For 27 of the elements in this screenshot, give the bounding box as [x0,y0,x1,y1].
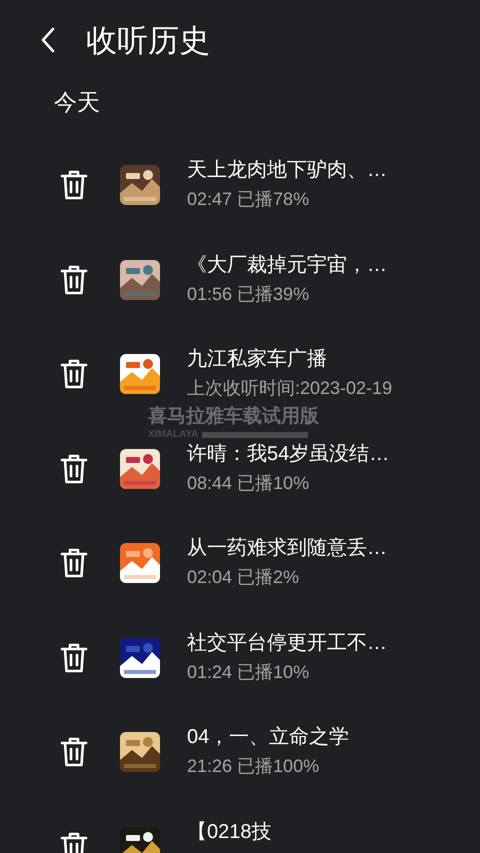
episode-meta: 上次收听时间:2023-02-19 [187,377,392,400]
episode-title[interactable]: 从一药难求到随意丢… [187,535,387,561]
episode-meta: 01:56 已播39% [187,282,310,306]
delete-icon[interactable] [60,359,88,389]
episode-title[interactable]: 许晴：我54岁虽没结… [187,440,390,466]
section-heading: 今天 [54,89,100,115]
delete-icon[interactable] [60,642,88,672]
episode-title[interactable]: 九江私家车广播 [187,346,392,372]
page-title: 收听历史 [86,24,210,56]
delete-icon[interactable] [60,454,88,484]
delete-icon[interactable] [60,170,88,200]
delete-icon[interactable] [60,737,88,767]
episode-meta: 02:04 已播2% [187,566,300,589]
episode-title[interactable]: 社交平台停更开工不… [187,630,387,656]
episode-title[interactable]: 天上龙肉地下驴肉、… [187,157,387,183]
episode-title[interactable]: 《大厂裁掉元宇宙，… [187,252,387,278]
episode-title[interactable]: 04，一、立命之学 [187,724,350,750]
delete-icon[interactable] [60,832,88,853]
back-icon[interactable] [40,27,56,53]
delete-icon[interactable] [60,548,88,578]
episode-meta: 21:26 已播100% [187,755,320,778]
episode-meta: 08:44 已播10% [187,472,310,494]
episode-meta: 02:47 已播78% [187,188,310,211]
episode-title[interactable]: 【0218技 [187,818,272,844]
watermark-text: 喜马拉雅车载试用版 [148,405,319,429]
episode-meta: 01:24 已播10% [187,660,310,684]
delete-icon[interactable] [60,264,88,294]
